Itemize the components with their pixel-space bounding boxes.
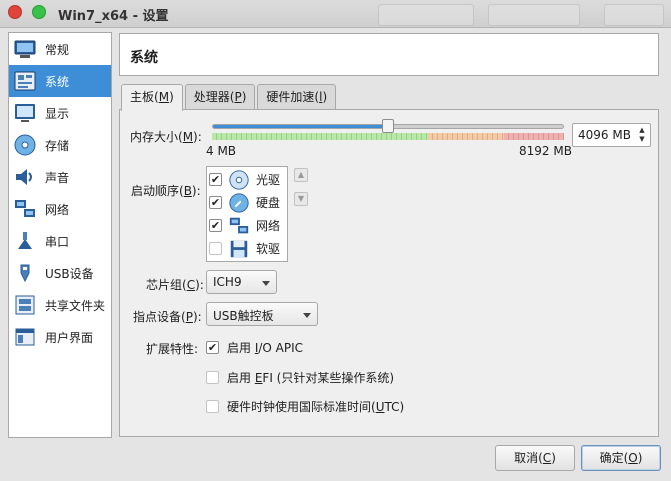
- window-close-button[interactable]: [8, 5, 22, 19]
- storage-icon: [14, 134, 36, 156]
- boot-item-hard-disk[interactable]: ✔ 硬盘: [209, 191, 287, 214]
- sidebar-item-serial-port[interactable]: 串口: [9, 225, 111, 257]
- chipset-value: ICH9: [213, 275, 242, 289]
- extended-features-label: 扩展特性:: [146, 342, 199, 356]
- tab-bar: 主板(M) 处理器(P) 硬件加速(l): [121, 84, 338, 111]
- sidebar-item-user-interface[interactable]: 用户界面: [9, 321, 111, 353]
- ioapic-option[interactable]: ✔ 启用 I/O APIC: [206, 339, 303, 356]
- section-header: 系统: [119, 33, 659, 76]
- memory-zone-safe: [212, 133, 428, 140]
- memory-size-label: 内存大小(M):: [130, 130, 202, 144]
- boot-item-network[interactable]: ✔ 网络: [209, 214, 287, 237]
- sidebar-item-system[interactable]: 系统: [9, 65, 111, 97]
- efi-checkbox[interactable]: [206, 371, 219, 384]
- boot-order-list: ✔ 光驱 ✔ 硬盘 ✔ 网络 软驱: [206, 166, 288, 262]
- hard-disk-icon: [229, 192, 249, 213]
- tab-motherboard[interactable]: 主板(M): [121, 84, 183, 111]
- spin-arrows-icon[interactable]: ▲ ▼: [636, 126, 648, 144]
- sidebar-item-audio[interactable]: 声音: [9, 161, 111, 193]
- pointing-device-select[interactable]: USB触控板: [206, 302, 318, 326]
- display-icon: [15, 104, 35, 122]
- tab-acceleration[interactable]: 硬件加速(l): [257, 84, 337, 110]
- boot-item-checkbox[interactable]: ✔: [209, 219, 222, 232]
- window-title: Win7_x64 - 设置: [58, 9, 169, 24]
- general-icon: [14, 40, 36, 58]
- boot-item-floppy[interactable]: 软驱: [209, 237, 287, 260]
- tab-processor[interactable]: 处理器(P): [184, 84, 256, 110]
- background-window-button: [488, 4, 580, 26]
- chevron-down-icon: [262, 281, 270, 286]
- sidebar-item-label: 用户界面: [45, 330, 94, 345]
- sidebar-item-label: 常规: [45, 42, 70, 57]
- efi-label: 启用 EFI (只针对某些操作系统): [227, 371, 395, 385]
- boot-item-checkbox[interactable]: [209, 242, 222, 255]
- sidebar-item-general[interactable]: 常规: [9, 33, 111, 65]
- memory-min-label: 4 MB: [206, 144, 237, 158]
- boot-item-label: 光驱: [256, 173, 281, 187]
- serial-port-icon: [18, 232, 32, 249]
- sidebar-item-label: USB设备: [45, 266, 94, 281]
- floppy-icon: [230, 240, 248, 257]
- system-icon: [14, 71, 36, 91]
- boot-item-label: 网络: [256, 219, 281, 233]
- audio-icon: [16, 169, 32, 185]
- ioapic-checkbox[interactable]: ✔: [206, 341, 219, 354]
- tab-panel-motherboard: [119, 109, 659, 437]
- settings-sidebar: 常规 系统 显示 存储 声音 网络 串口 USB设备 共享文件夹 用户界面: [8, 32, 112, 438]
- sidebar-item-label: 串口: [45, 234, 70, 249]
- sidebar-item-label: 声音: [45, 170, 70, 185]
- memory-max-label: 8192 MB: [519, 144, 572, 158]
- title-bar: Win7_x64 - 设置: [0, 0, 671, 28]
- sidebar-item-label: 网络: [45, 202, 70, 217]
- boot-item-checkbox[interactable]: ✔: [209, 196, 222, 209]
- boot-item-optical[interactable]: ✔ 光驱: [209, 168, 287, 191]
- memory-spinbox[interactable]: 4096 MB ▲ ▼: [572, 123, 651, 147]
- optical-disc-icon: [229, 169, 249, 190]
- move-down-icon[interactable]: ▼: [294, 192, 308, 206]
- pointing-device-value: USB触控板: [213, 309, 274, 323]
- sidebar-item-shared-folders[interactable]: 共享文件夹: [9, 289, 111, 321]
- chevron-down-icon: [303, 313, 311, 318]
- user-interface-icon: [15, 328, 35, 346]
- sidebar-item-label: 存储: [45, 138, 70, 153]
- page-title: 系统: [130, 50, 158, 66]
- network-icon: [229, 217, 249, 233]
- memory-slider-handle[interactable]: [382, 119, 394, 133]
- sidebar-item-storage[interactable]: 存储: [9, 129, 111, 161]
- utc-option[interactable]: 硬件时钟使用国际标准时间(UTC): [206, 398, 404, 415]
- chipset-label: 芯片组(C):: [146, 278, 204, 292]
- boot-item-checkbox[interactable]: ✔: [209, 173, 222, 186]
- chipset-select[interactable]: ICH9: [206, 270, 277, 294]
- utc-checkbox[interactable]: [206, 400, 219, 413]
- sidebar-item-usb[interactable]: USB设备: [9, 257, 111, 289]
- sidebar-item-label: 显示: [45, 106, 70, 121]
- background-window-button: [604, 4, 664, 26]
- memory-slider-fill: [213, 125, 388, 128]
- memory-zones: [212, 133, 564, 140]
- ok-button[interactable]: 确定(O): [581, 445, 661, 471]
- move-up-icon[interactable]: ▲: [294, 168, 308, 182]
- memory-value: 4096 MB: [578, 128, 631, 142]
- shared-folder-icon: [15, 295, 35, 315]
- boot-item-label: 硬盘: [256, 196, 281, 210]
- boot-item-label: 软驱: [256, 242, 281, 256]
- efi-option[interactable]: 启用 EFI (只针对某些操作系统): [206, 369, 394, 386]
- background-window-button: [378, 4, 474, 26]
- utc-label: 硬件时钟使用国际标准时间(UTC): [227, 400, 405, 414]
- cancel-button[interactable]: 取消(C): [495, 445, 575, 471]
- sidebar-item-label: 系统: [45, 74, 70, 89]
- ioapic-label: 启用 I/O APIC: [227, 341, 304, 355]
- usb-icon: [20, 264, 30, 283]
- network-icon: [15, 200, 35, 217]
- memory-zone-warning: [428, 133, 504, 140]
- memory-zone-danger: [504, 133, 564, 140]
- sidebar-item-label: 共享文件夹: [45, 298, 106, 313]
- sidebar-item-display[interactable]: 显示: [9, 97, 111, 129]
- sidebar-item-network[interactable]: 网络: [9, 193, 111, 225]
- boot-order-label: 启动顺序(B):: [131, 184, 201, 198]
- pointing-device-label: 指点设备(P):: [133, 310, 202, 324]
- window-maximize-button[interactable]: [32, 5, 46, 19]
